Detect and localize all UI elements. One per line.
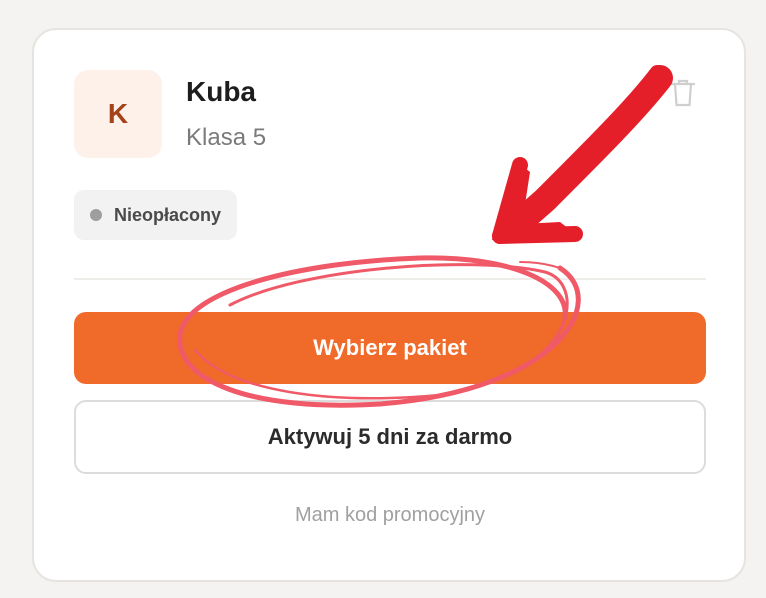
free-trial-button[interactable]: Aktywuj 5 dni za darmo	[74, 400, 706, 474]
promo-code-link[interactable]: Mam kod promocyjny	[74, 504, 706, 527]
status-badge: Nieopłacony	[74, 190, 238, 240]
student-class: Klasa 5	[186, 124, 267, 151]
student-card: K Kuba Klasa 5 Nieopłacony Wybierz pakie…	[32, 28, 746, 582]
avatar: K	[74, 70, 162, 158]
status-dot	[90, 209, 102, 221]
stage: K Kuba Klasa 5 Nieopłacony Wybierz pakie…	[0, 0, 766, 598]
avatar-initial: K	[107, 98, 129, 129]
trash-icon[interactable]	[670, 78, 696, 108]
status-label: Nieopłacony	[114, 204, 222, 225]
student-name: Kuba	[186, 76, 256, 107]
divider	[74, 278, 706, 280]
choose-package-button[interactable]: Wybierz pakiet	[74, 312, 706, 384]
